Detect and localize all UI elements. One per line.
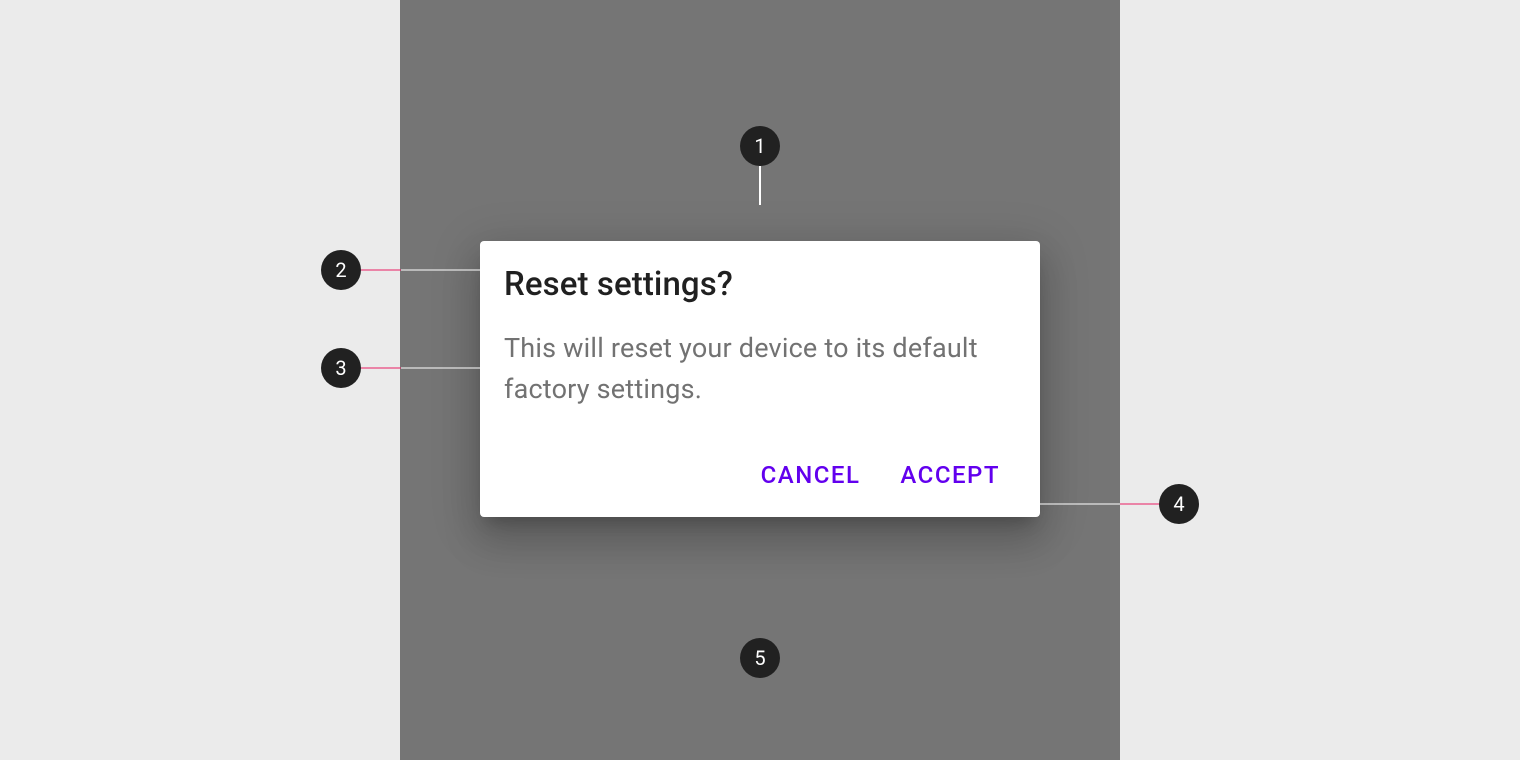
accept-button[interactable]: Accept <box>884 449 1016 501</box>
annotation-badge-3: 3 <box>321 348 361 388</box>
cancel-button[interactable]: Cancel <box>745 449 877 501</box>
annotation-badge-4: 4 <box>1159 484 1199 524</box>
annotation-badge-2: 2 <box>321 250 361 290</box>
dialog-title: Reset settings? <box>504 265 1016 305</box>
dialog-actions: Cancel Accept <box>504 449 1016 509</box>
dialog-container: Reset settings? This will reset your dev… <box>480 241 1040 518</box>
annotation-badge-1: 1 <box>740 126 780 166</box>
annotation-badge-5: 5 <box>740 638 780 678</box>
dialog-supporting-text: This will reset your device to its defau… <box>504 328 1016 409</box>
